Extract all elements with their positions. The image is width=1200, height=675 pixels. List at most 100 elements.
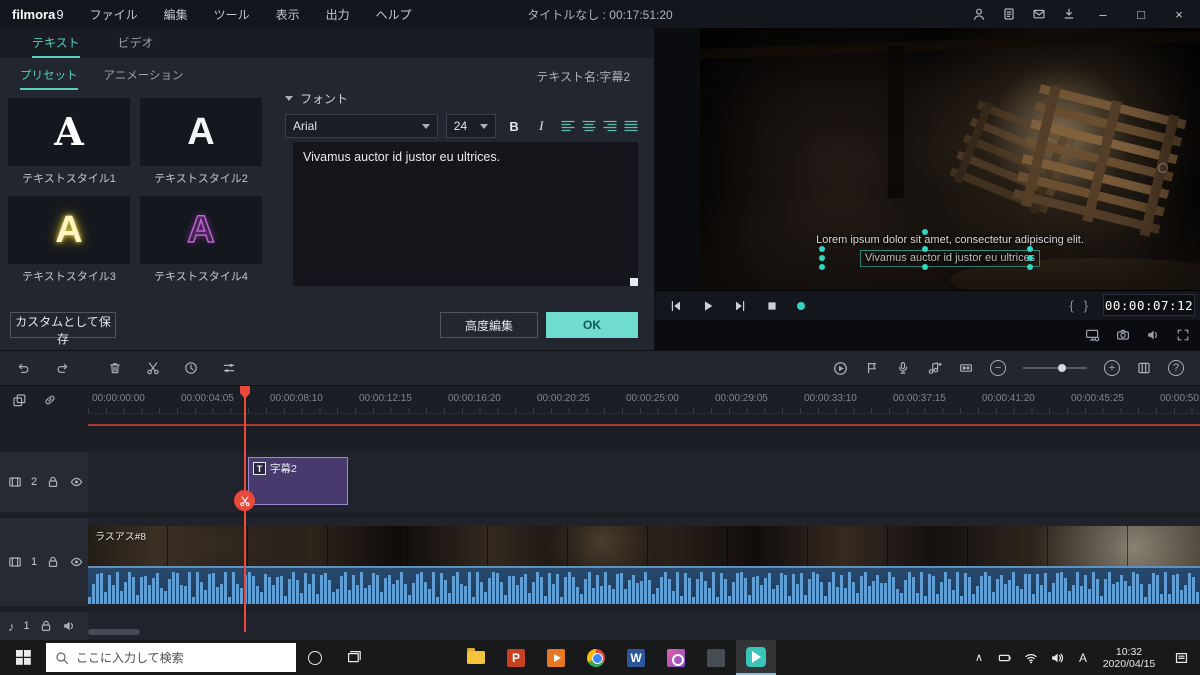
eye-icon[interactable] <box>69 555 84 569</box>
media-to-timeline-icon[interactable] <box>12 393 27 408</box>
font-size-select[interactable]: 24 <box>445 114 497 138</box>
play-button[interactable] <box>701 299 715 313</box>
link-clips-icon[interactable] <box>43 393 57 407</box>
split-scissors-icon[interactable] <box>146 361 160 375</box>
volume-icon[interactable] <box>1044 640 1070 675</box>
previous-frame-button[interactable] <box>669 299 683 313</box>
lock-icon[interactable] <box>39 619 53 633</box>
wifi-icon[interactable] <box>1018 640 1044 675</box>
text-style-2-preview[interactable]: A <box>140 98 262 166</box>
zoom-slider[interactable] <box>1023 364 1087 372</box>
menu-tools[interactable]: ツール <box>214 6 250 23</box>
record-voiceover-mic-icon[interactable] <box>896 361 910 375</box>
add-music-icon[interactable] <box>927 361 942 375</box>
selection-handle-tl[interactable] <box>819 246 825 252</box>
tab-text[interactable]: テキスト <box>32 28 80 58</box>
menu-file[interactable]: ファイル <box>90 6 138 23</box>
selection-handle-mr[interactable] <box>1027 255 1033 261</box>
tab-video[interactable]: ビデオ <box>118 28 154 58</box>
text-style-2[interactable]: A テキストスタイル2 <box>140 98 262 186</box>
italic-button[interactable]: I <box>532 115 551 137</box>
text-style-1-preview[interactable]: A <box>8 98 130 166</box>
selection-handle-ml[interactable] <box>819 255 825 261</box>
subtitle-text-input[interactable]: Vivamus auctor id justor eu ultrices. <box>293 142 638 286</box>
bold-button[interactable]: B <box>504 115 523 137</box>
undo-icon[interactable] <box>16 361 31 375</box>
align-justify-icon[interactable] <box>624 120 638 132</box>
taskbar-powerpoint[interactable]: P <box>496 640 536 675</box>
document-icon[interactable] <box>1002 7 1016 21</box>
preview-subtitle-line1[interactable]: Lorem ipsum dolor sit amet, consectetur … <box>700 234 1200 246</box>
align-right-icon[interactable] <box>603 120 617 132</box>
preview-volume-icon[interactable] <box>1146 328 1160 342</box>
next-frame-button[interactable] <box>733 299 747 313</box>
preview-subtitle-line2-text[interactable]: Vivamus auctor id justor eu ultrices <box>859 250 1041 267</box>
mute-speaker-icon[interactable] <box>62 619 76 633</box>
stop-button[interactable] <box>765 299 779 313</box>
subtab-animation[interactable]: アニメーション <box>104 62 184 90</box>
playhead-split-button[interactable] <box>234 490 255 511</box>
text-style-3-preview[interactable]: A <box>8 196 130 264</box>
marker-flag-icon[interactable] <box>865 361 879 375</box>
lock-icon[interactable] <box>46 475 60 489</box>
adjust-sliders-icon[interactable] <box>222 361 236 375</box>
snapshot-camera-icon[interactable] <box>1116 328 1130 342</box>
font-family-select[interactable]: Arial <box>285 114 438 138</box>
close-button[interactable]: × <box>1168 7 1190 22</box>
video-clip-audio[interactable] <box>88 566 1200 604</box>
start-button[interactable] <box>0 640 46 675</box>
cortana-button[interactable] <box>296 640 334 675</box>
ok-button[interactable]: OK <box>546 312 638 338</box>
maximize-button[interactable]: □ <box>1130 7 1152 22</box>
video-preview[interactable]: Lorem ipsum dolor sit amet, consectetur … <box>700 28 1200 290</box>
font-section-header[interactable]: フォント <box>285 88 638 108</box>
redo-icon[interactable] <box>55 361 70 375</box>
align-center-icon[interactable] <box>582 120 596 132</box>
taskbar-search[interactable] <box>46 643 296 672</box>
video-clip[interactable]: ラスアス#8 <box>88 526 1200 566</box>
preview-subtitle-line2[interactable]: Vivamus auctor id justor eu ultrices <box>700 250 1200 267</box>
help-icon[interactable]: ? <box>1168 360 1184 376</box>
align-left-icon[interactable] <box>561 120 575 132</box>
taskbar-clock[interactable]: 10:32 2020/04/15 <box>1096 640 1162 675</box>
selection-handle-top[interactable] <box>922 229 928 235</box>
mark-out-icon[interactable]: } <box>1084 298 1088 313</box>
mail-icon[interactable] <box>1032 7 1046 21</box>
selection-handle-br[interactable] <box>1027 264 1033 270</box>
track-audio[interactable] <box>88 612 1200 640</box>
advanced-edit-button[interactable]: 高度編集 <box>440 312 538 338</box>
subtab-preset[interactable]: プリセット <box>20 62 78 90</box>
selection-handle-bl[interactable] <box>819 264 825 270</box>
eye-icon[interactable] <box>69 475 84 489</box>
tray-chevron-up-icon[interactable]: ∧ <box>966 640 992 675</box>
track-subtitle[interactable]: T 字幕2 <box>88 452 1200 512</box>
text-style-3[interactable]: A テキストスタイル3 <box>8 196 130 284</box>
textarea-resize-handle[interactable] <box>630 278 638 286</box>
text-style-4-preview[interactable]: A <box>140 196 262 264</box>
selection-handle-tr[interactable] <box>1027 246 1033 252</box>
menu-edit[interactable]: 編集 <box>164 6 188 23</box>
speed-clock-icon[interactable] <box>184 361 198 375</box>
taskbar-chrome[interactable] <box>576 640 616 675</box>
task-view-button[interactable] <box>334 640 372 675</box>
delete-icon[interactable] <box>108 361 122 375</box>
timeline-ruler[interactable]: 00:00:00:00 00:00:04:05 00:00:08:10 00:0… <box>88 386 1200 414</box>
account-icon[interactable] <box>972 7 986 21</box>
display-settings-icon[interactable] <box>1085 328 1100 342</box>
minimize-button[interactable]: – <box>1092 7 1114 22</box>
zoom-slider-thumb[interactable] <box>1058 364 1067 372</box>
subtitle-clip[interactable]: T 字幕2 <box>248 457 348 505</box>
action-center-icon[interactable] <box>1162 640 1200 675</box>
menu-view[interactable]: 表示 <box>276 6 300 23</box>
zoom-in-icon[interactable]: + <box>1104 360 1120 376</box>
lock-icon[interactable] <box>46 555 60 569</box>
menu-help[interactable]: ヘルプ <box>376 6 412 23</box>
render-preview-icon[interactable] <box>833 361 848 376</box>
text-style-1[interactable]: A テキストスタイル1 <box>8 98 130 186</box>
battery-icon[interactable] <box>992 640 1018 675</box>
ime-indicator[interactable]: A <box>1070 640 1096 675</box>
taskbar-word[interactable]: W <box>616 640 656 675</box>
selection-handle-tc[interactable] <box>922 246 928 252</box>
text-style-4[interactable]: A テキストスタイル4 <box>140 196 262 284</box>
taskbar-filmora[interactable] <box>736 640 776 675</box>
